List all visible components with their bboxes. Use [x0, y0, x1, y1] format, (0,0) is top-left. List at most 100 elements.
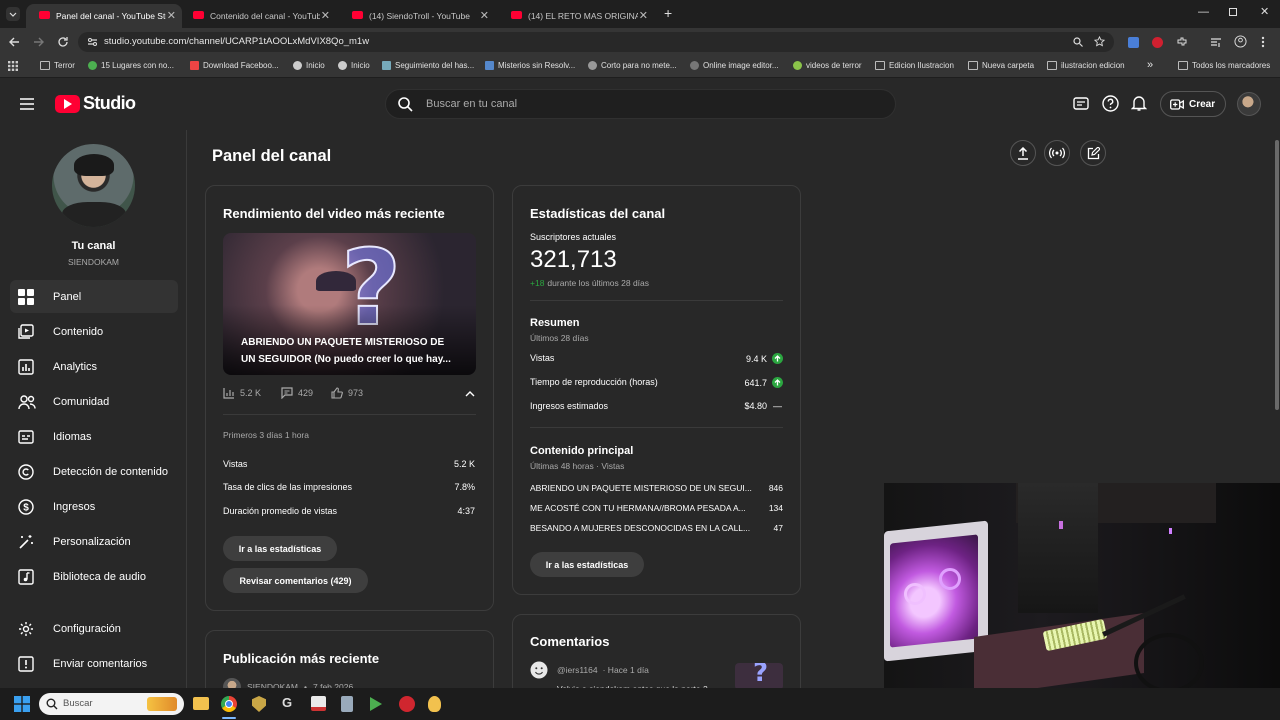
bookmark-item[interactable]: Misterios sin Resolv...: [485, 61, 575, 70]
file-explorer-icon[interactable]: [193, 697, 209, 710]
bookmark-item[interactable]: ilustracion edicion: [1047, 61, 1125, 70]
browser-tab-panel[interactable]: Panel del canal - YouTube Studio ✕: [26, 4, 182, 28]
back-icon[interactable]: [8, 36, 20, 48]
minimize-button[interactable]: —: [1198, 6, 1209, 18]
create-button[interactable]: Crear: [1160, 91, 1226, 117]
apps-icon[interactable]: [8, 61, 18, 71]
close-window-button[interactable]: ✕: [1260, 5, 1269, 18]
sidebar-item-idiomas[interactable]: Idiomas: [10, 420, 178, 453]
taskbar-search-input[interactable]: Buscar: [63, 698, 93, 709]
hamburger-menu-icon[interactable]: [20, 98, 34, 110]
extensions-icon[interactable]: [1176, 36, 1188, 48]
sidebar-item-deteccion[interactable]: Detección de contenido: [10, 455, 178, 488]
account-avatar[interactable]: [1237, 92, 1261, 116]
help-icon[interactable]: [1102, 95, 1119, 112]
close-tab-icon[interactable]: ✕: [321, 9, 330, 22]
calculator-icon[interactable]: [341, 696, 353, 712]
video-thumbnail[interactable]: ? ABRIENDO UN PAQUETE MISTERIOSO DE UN S…: [223, 233, 476, 375]
site-info-icon[interactable]: [87, 37, 98, 47]
bookmark-item[interactable]: Terror: [40, 61, 75, 70]
comment-video-thumbnail[interactable]: ?: [735, 663, 783, 690]
top-content-row[interactable]: BESANDO A MUJERES DESCONOCIDAS EN LA CAL…: [530, 523, 783, 533]
new-tab-button[interactable]: +: [664, 5, 672, 21]
browser-tab-reto[interactable]: (14) EL RETO MAS ORIGINAL DEL MUNDO ✕: [498, 4, 654, 28]
top-content-period: Últimas 48 horas · Vistas: [530, 461, 625, 471]
taskbar-search[interactable]: Buscar: [39, 693, 184, 715]
bookmark-item[interactable]: videos de terror: [793, 61, 862, 70]
zoom-icon[interactable]: [1073, 37, 1083, 47]
go-live-button[interactable]: [1044, 140, 1070, 166]
sidebar-item-enviar-comentarios[interactable]: Enviar comentarios: [10, 647, 178, 680]
top-video-views: 846: [768, 483, 783, 493]
sidebar-item-panel[interactable]: Panel: [10, 280, 178, 313]
profile-icon[interactable]: [1234, 35, 1247, 48]
collapse-chevron-up-icon[interactable]: [465, 390, 475, 397]
maximize-button[interactable]: [1229, 8, 1237, 16]
more-bookmarks-icon[interactable]: »: [1147, 59, 1153, 71]
go-to-analytics-button[interactable]: Ir a las estadísticas: [223, 536, 337, 561]
bookmark-item[interactable]: Online image editor...: [690, 61, 779, 70]
bookmark-item[interactable]: Nueva carpeta: [968, 61, 1034, 70]
sidebar-item-biblioteca[interactable]: Biblioteca de audio: [10, 560, 178, 593]
translate-extension-icon[interactable]: [1128, 37, 1139, 48]
bookmark-item[interactable]: Seguimiento del has...: [382, 61, 474, 70]
reading-list-icon[interactable]: [1210, 36, 1222, 48]
audio-library-icon: [18, 568, 34, 585]
bookmark-item[interactable]: Inicio: [338, 61, 370, 70]
top-content-row[interactable]: ME ACOSTÉ CON TU HERMANA//BROMA PESADA A…: [530, 503, 783, 513]
sidebar-item-ingresos[interactable]: $ Ingresos: [10, 490, 178, 523]
app-leaf-icon[interactable]: [428, 696, 441, 712]
red-extension-icon[interactable]: [1152, 37, 1163, 48]
app-shield-icon[interactable]: [252, 696, 266, 712]
channel-avatar[interactable]: [52, 144, 135, 227]
sidebar-item-analytics[interactable]: Analytics: [10, 350, 178, 383]
forward-icon[interactable]: [33, 36, 45, 48]
reload-icon[interactable]: [57, 36, 69, 48]
studio-logo[interactable]: Studio: [55, 93, 136, 114]
sidebar-item-label: Idiomas: [53, 430, 92, 443]
sidebar-item-contenido[interactable]: Contenido: [10, 315, 178, 348]
divider: [530, 300, 783, 301]
bookmark-item[interactable]: Inicio: [293, 61, 325, 70]
close-tab-icon[interactable]: ✕: [639, 9, 648, 22]
bookmark-item[interactable]: Corto para no mete...: [588, 61, 677, 70]
review-comments-button[interactable]: Revisar comentarios (429): [223, 568, 368, 593]
search-input[interactable]: Buscar en tu canal: [426, 98, 517, 110]
browser-tab-contenido[interactable]: Contenido del canal - YouTube Studio ✕: [180, 4, 336, 28]
app-play-icon[interactable]: [370, 697, 382, 711]
sidebar-item-configuracion[interactable]: Configuración: [10, 612, 178, 645]
channel-name: SIENDOKAM: [67, 257, 119, 267]
close-tab-icon[interactable]: ✕: [480, 9, 489, 22]
create-post-button[interactable]: [1080, 140, 1106, 166]
top-content-row[interactable]: ABRIENDO UN PAQUETE MISTERIOSO DE UN SEG…: [530, 483, 783, 493]
app-red-circle-icon[interactable]: [399, 696, 415, 712]
card-title: Comentarios: [530, 634, 610, 649]
address-bar[interactable]: studio.youtube.com/channel/UCARP1tAOOLxM…: [78, 32, 1114, 52]
stat-value: 5.2 K: [453, 459, 475, 469]
sidebar-item-comunidad[interactable]: Comunidad: [10, 385, 178, 418]
bookmark-item[interactable]: Download Faceboo...: [190, 61, 279, 70]
bookmark-item[interactable]: Edicion Ilustracion: [875, 61, 954, 70]
star-icon[interactable]: [1094, 36, 1105, 47]
chevron-down-icon: [9, 12, 17, 17]
notifications-bell-icon[interactable]: [1131, 95, 1147, 112]
chrome-icon[interactable]: [221, 696, 237, 712]
upload-button[interactable]: [1010, 140, 1036, 166]
close-tab-icon[interactable]: ✕: [167, 9, 176, 22]
sidebar-item-personalizacion[interactable]: Personalización: [10, 525, 178, 558]
page-scrollbar[interactable]: [1275, 140, 1279, 410]
app-g-icon[interactable]: G: [282, 695, 292, 710]
gear-icon: [19, 621, 33, 636]
browser-tab-siendotroll[interactable]: (14) SiendoTroll - YouTube ✕: [339, 4, 495, 28]
messages-icon[interactable]: [1073, 96, 1089, 112]
app-editor-icon[interactable]: [311, 696, 326, 711]
all-bookmarks-item[interactable]: Todos los marcadores: [1178, 61, 1270, 70]
bookmark-item[interactable]: 15 Lugares con no...: [88, 61, 174, 70]
search-bar[interactable]: Buscar en tu canal: [385, 89, 896, 119]
delta-text: durante los últimos 28 días: [547, 278, 650, 288]
go-to-analytics-button[interactable]: Ir a las estadísticas: [530, 552, 644, 577]
menu-dots-icon[interactable]: [1261, 36, 1265, 48]
tab-search-button[interactable]: [6, 7, 20, 21]
windows-start-icon[interactable]: [14, 696, 30, 712]
bar-chart-icon: [223, 388, 234, 399]
